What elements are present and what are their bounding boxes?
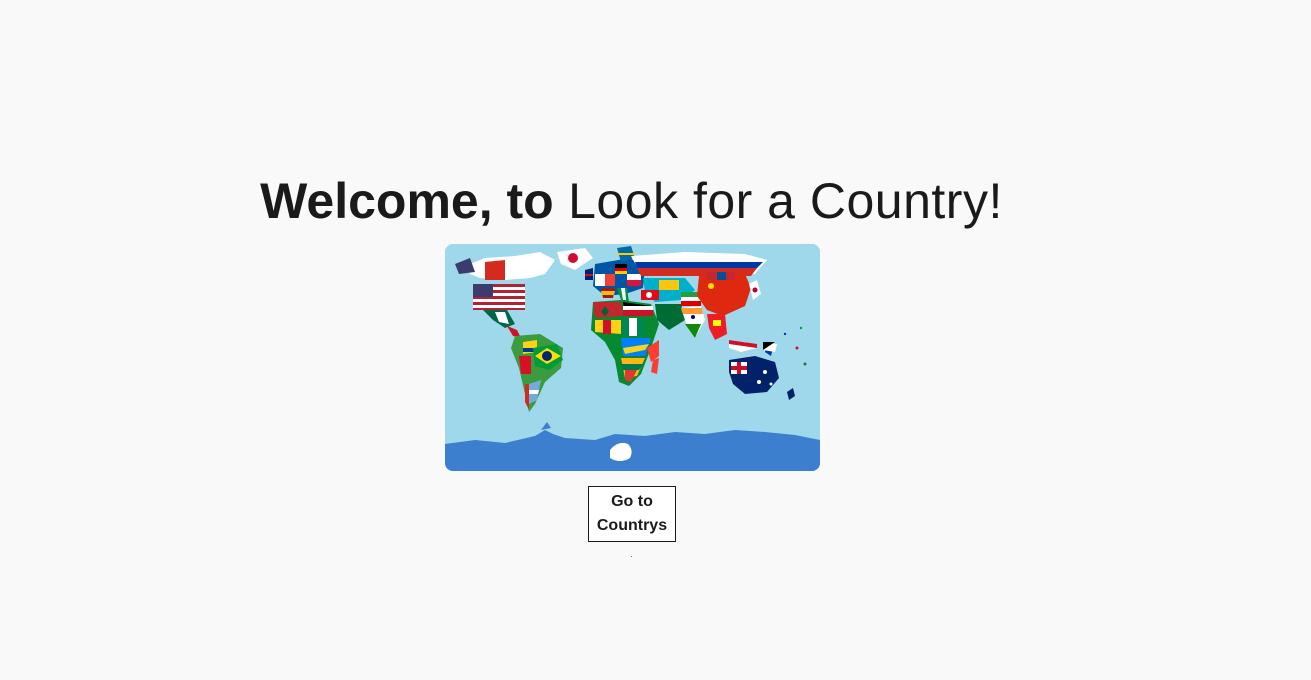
page-title: Welcome, to Look for a Country! bbox=[0, 170, 1263, 232]
world-flag-map-image bbox=[445, 244, 820, 471]
title-rest: Look for a Country! bbox=[568, 173, 1003, 229]
go-to-countrys-button[interactable]: Go to Countrys bbox=[588, 486, 676, 542]
world-map-illustration bbox=[445, 244, 820, 471]
title-strong: Welcome, to bbox=[260, 173, 554, 229]
landing-page: Welcome, to Look for a Country! Go to Co… bbox=[0, 0, 1311, 680]
divider-dot bbox=[631, 556, 632, 557]
